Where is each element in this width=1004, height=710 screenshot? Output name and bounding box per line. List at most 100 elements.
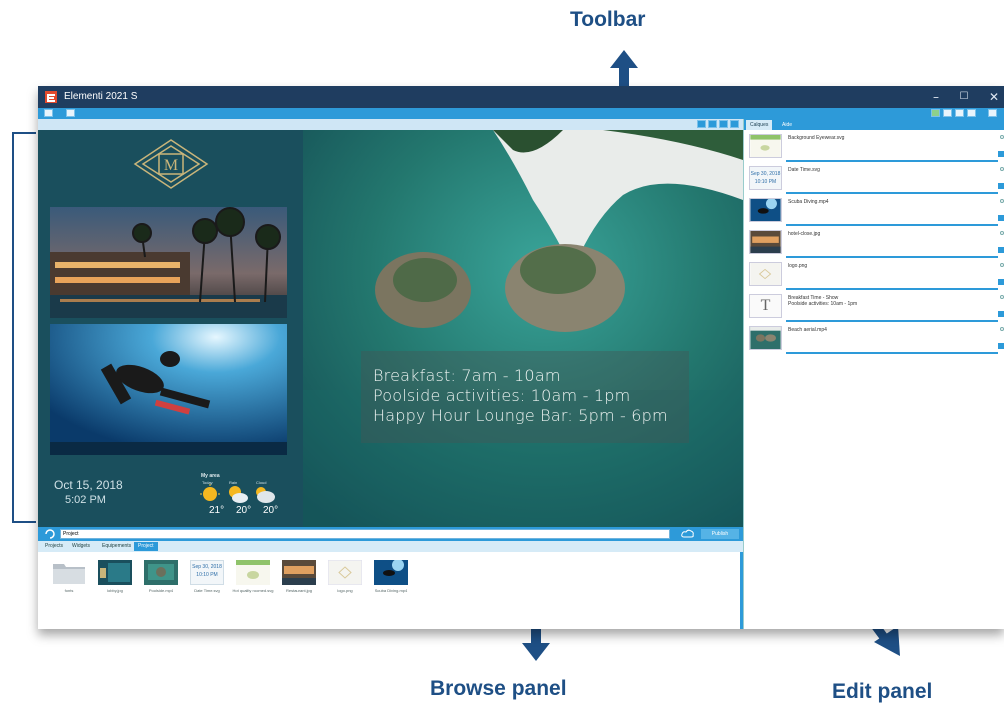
preview-toolbar — [38, 119, 743, 130]
browse-item-label: Poolside.mp4 — [148, 588, 174, 593]
layer-item[interactable]: T Breakfast Time - Show Poolside activit… — [744, 293, 1004, 325]
app-window: Elementi 2021 S – ☐ ✕ M Oct 15, 2018 5:0… — [38, 86, 1004, 629]
layer-item[interactable]: hotel-close.jpg — [744, 229, 1004, 261]
quality-thumbnail[interactable] — [236, 560, 270, 585]
sun-icon — [200, 484, 220, 501]
text-layer-icon: T — [749, 294, 782, 318]
down-arrow-icon — [522, 643, 550, 661]
browse-item-label: Restaurant.jpg — [285, 588, 312, 593]
layer-thumbnail — [749, 230, 782, 254]
link-icon[interactable] — [1000, 135, 1004, 139]
folder-icon[interactable] — [52, 560, 86, 585]
tab-aide[interactable]: Aide — [778, 120, 796, 130]
layer-options-button[interactable] — [998, 311, 1004, 317]
new-file-icon[interactable] — [66, 109, 75, 117]
tab-calques[interactable]: Calques — [746, 120, 773, 130]
layer-options-button[interactable] — [998, 247, 1004, 253]
close-button[interactable]: ✕ — [984, 89, 1004, 105]
link-icon[interactable] — [1000, 231, 1004, 235]
settings-icon[interactable] — [967, 109, 976, 117]
toolbar-callout: Toolbar — [570, 8, 646, 31]
layer-thumbnail: Sep 30, 2018 10:10 PM — [749, 166, 782, 190]
layer-item[interactable]: Background Eyewear.svg — [744, 133, 1004, 165]
title-bar[interactable]: Elementi 2021 S – ☐ ✕ — [38, 86, 1004, 108]
tab-equipements[interactable]: Equipements — [98, 542, 135, 551]
browse-search-input[interactable]: Project — [60, 529, 670, 539]
layer-timeline — [786, 160, 998, 162]
layer-thumbnail — [749, 198, 782, 222]
preview-bracket — [12, 132, 36, 523]
thumb-date: Sep 30, 2018 — [192, 564, 222, 570]
scuba-diver-image — [50, 324, 287, 455]
monitor-icon[interactable] — [955, 109, 964, 117]
play-icon[interactable] — [931, 109, 940, 117]
date-time-thumbnail[interactable]: Sep 30, 2018 10:10 PM — [190, 560, 224, 585]
layer-timeline — [786, 192, 998, 194]
browse-item-label: Hot quality roomed.svg — [232, 588, 274, 593]
link-icon[interactable] — [1000, 295, 1004, 299]
preview-canvas[interactable]: M Oct 15, 2018 5:02 PM My area Today Rai… — [38, 130, 743, 527]
window-title: Elementi 2021 S — [64, 91, 138, 102]
browse-item-label: Date Time.svg — [194, 588, 220, 593]
browse-content: fonts lobby.jpg Poolside.mp4 Sep 30, 201… — [38, 552, 743, 629]
maximize-button[interactable]: ☐ — [954, 89, 974, 105]
browse-item-label: lobby.jpg — [107, 588, 123, 593]
browse-item-label: logo.png — [337, 588, 353, 593]
refresh-icon[interactable] — [44, 529, 56, 539]
layer-options-button[interactable] — [998, 279, 1004, 285]
publish-button[interactable]: Publish — [701, 529, 739, 539]
scuba-thumbnail[interactable] — [374, 560, 408, 585]
zoom-in-icon[interactable] — [697, 120, 706, 128]
up-arrow-icon — [610, 50, 638, 68]
layer-options-button[interactable] — [998, 183, 1004, 189]
help-icon[interactable] — [988, 109, 997, 117]
cloud-icon — [256, 487, 275, 503]
hotel-logo-icon: M — [133, 139, 209, 189]
layer-options-button[interactable] — [998, 343, 1004, 349]
main-toolbar — [38, 108, 1004, 119]
layer-timeline — [786, 352, 998, 354]
browse-item-label: fonts — [64, 588, 74, 593]
tab-project[interactable]: Project — [134, 542, 158, 551]
layer-name: Date Time.svg — [788, 167, 820, 173]
fullscreen-icon[interactable] — [730, 120, 739, 128]
screenshot: Toolbar Browse panel Edit panel Elementi… — [0, 0, 1004, 710]
logo-thumbnail[interactable] — [328, 560, 362, 585]
layer-name: logo.png — [788, 263, 808, 269]
layer-item[interactable]: logo.png — [744, 261, 1004, 293]
preview-time: 5:02 PM — [65, 494, 106, 506]
schedule-line: Breakfast: 7am - 10am — [373, 366, 561, 385]
tab-projects[interactable]: Projects — [41, 542, 67, 551]
layer-timeline — [786, 288, 998, 290]
schedule-line: Poolside activities: 10am - 1pm — [373, 386, 631, 405]
layer-item[interactable]: Beach aerial.mp4 — [744, 325, 1004, 357]
edit-panel-callout: Edit panel — [832, 680, 933, 703]
browse-item-label: Scuba Diving.mp4 — [374, 588, 408, 593]
layer-options-button[interactable] — [998, 151, 1004, 157]
layer-timeline — [786, 256, 998, 258]
layer-item[interactable]: Scuba Diving.mp4 — [744, 197, 1004, 229]
menu-icon[interactable] — [44, 109, 53, 117]
weather-title: My area — [201, 473, 220, 479]
zoom-out-icon[interactable] — [708, 120, 717, 128]
layer-options-button[interactable] — [998, 215, 1004, 221]
lobby-thumbnail[interactable] — [98, 560, 132, 585]
link-icon[interactable] — [1000, 167, 1004, 171]
layer-item[interactable]: Sep 30, 2018 10:10 PM Date Time.svg — [744, 165, 1004, 197]
link-icon[interactable] — [1000, 199, 1004, 203]
cloud-upload-icon[interactable] — [681, 529, 695, 539]
link-icon[interactable] — [1000, 263, 1004, 267]
schedule-overlay: Breakfast: 7am - 10am Poolside activitie… — [361, 351, 689, 443]
screen-icon[interactable] — [943, 109, 952, 117]
fit-icon[interactable] — [719, 120, 728, 128]
link-icon[interactable] — [1000, 327, 1004, 331]
layer-name: hotel-close.jpg — [788, 231, 821, 237]
svg-text:M: M — [164, 157, 178, 174]
minimize-button[interactable]: – — [926, 89, 946, 105]
poolside-thumbnail[interactable] — [144, 560, 178, 585]
restaurant-thumbnail[interactable] — [282, 560, 316, 585]
weather-temp: 20° — [263, 505, 279, 516]
tab-widgets[interactable]: Widgets — [68, 542, 94, 551]
app-logo-icon — [45, 91, 57, 103]
layer-name: Scuba Diving.mp4 — [788, 199, 829, 205]
